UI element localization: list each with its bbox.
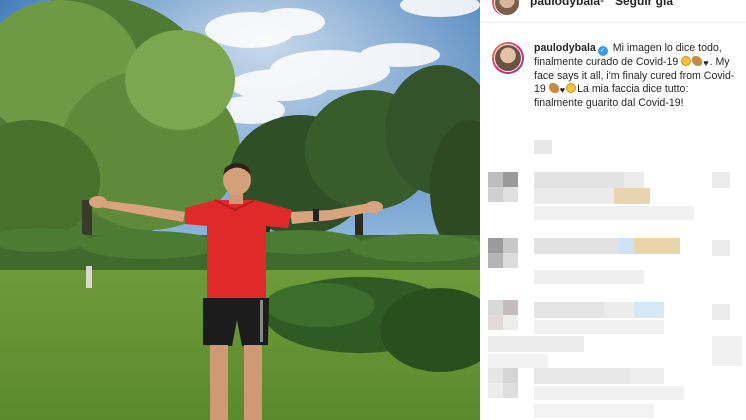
post-side-panel: paulodybala • Seguir già paulodybala ✓ Mi… [480, 0, 746, 420]
author-avatar[interactable] [492, 0, 520, 16]
post-header: paulodybala • Seguir già [480, 0, 746, 23]
caption-text: paulodybala ✓ Mi imagen lo dice todo, fin… [534, 42, 736, 110]
grinning-face-icon-2 [566, 83, 577, 93]
comment-avatar [488, 368, 518, 398]
pixel-block [534, 140, 552, 154]
flexed-biceps-icon [692, 56, 703, 66]
grinning-face-icon [681, 56, 692, 66]
header-separator: • [600, 0, 605, 8]
post-photo [0, 0, 480, 420]
comment-avatar [488, 300, 518, 330]
caption-avatar[interactable] [492, 42, 524, 74]
caption-username[interactable]: paulodybala [534, 42, 596, 54]
flexed-biceps-icon-2 [548, 83, 559, 93]
verified-badge-icon: ✓ [597, 46, 608, 56]
comment-avatar [488, 172, 518, 202]
heart-icon: ♥ [703, 58, 709, 68]
author-username[interactable]: paulodybala [530, 0, 600, 8]
comment-avatar [488, 238, 518, 268]
heart-icon-2: ♥ [559, 85, 566, 95]
follow-button[interactable]: Seguir già [615, 0, 673, 8]
